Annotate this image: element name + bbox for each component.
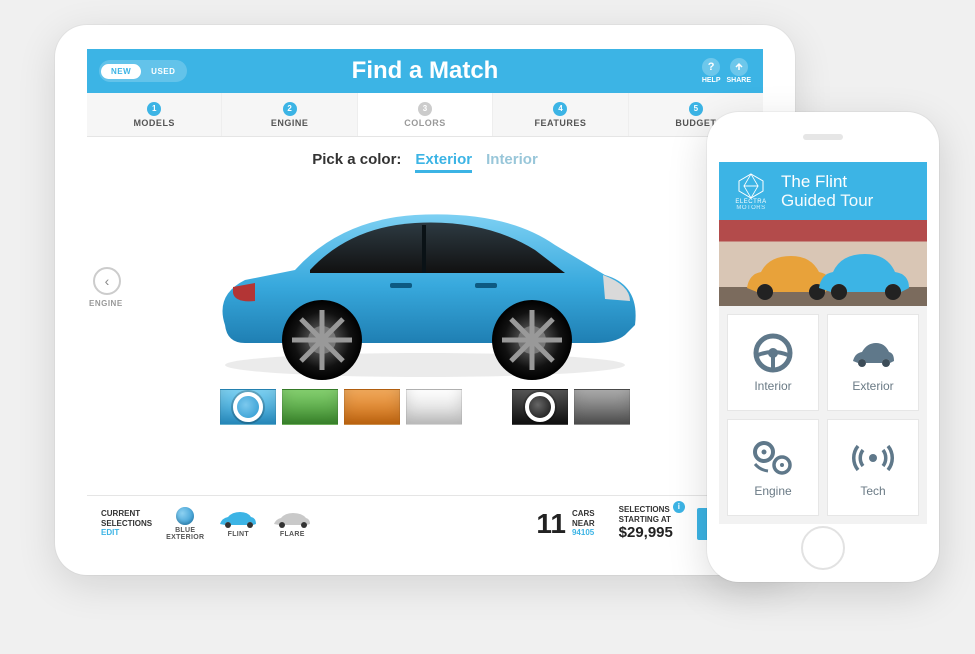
exterior-swatches — [220, 389, 462, 425]
swatch-silver[interactable] — [406, 389, 462, 425]
car-illustration — [185, 175, 665, 385]
app-header: NEW USED Find a Match ? HELP SHARE — [87, 49, 763, 93]
prev-step-label: ENGINE — [89, 299, 123, 308]
bottom-bar: CURRENT SELECTIONS EDIT BLUE EXTERIOR FL… — [87, 495, 763, 551]
logo-icon — [737, 173, 765, 199]
color-prompt-label: Pick a color: — [312, 151, 401, 168]
results-count: 11 CARS NEAR 94105 — [536, 508, 594, 540]
edit-selections[interactable]: EDIT — [101, 528, 152, 538]
car-preview — [185, 175, 665, 385]
wizard-steps: 1 MODELS 2 ENGINE 3 COLORS 4 FEATURES 5 … — [87, 93, 763, 137]
current-selections: CURRENT SELECTIONS EDIT — [101, 509, 152, 538]
chip-model-flare[interactable]: FLARE — [272, 509, 312, 538]
step-colors[interactable]: 3 COLORS — [358, 93, 493, 136]
swatch-blue[interactable] — [220, 389, 276, 425]
main-area: Pick a color: Exterior Interior ‹ ENGINE — [87, 137, 763, 495]
category-exterior[interactable]: Exterior — [827, 314, 919, 411]
wheel-swatches — [512, 389, 630, 425]
step-models[interactable]: 1 MODELS — [87, 93, 222, 136]
info-icon[interactable]: i — [673, 501, 685, 513]
phone-header: ELECTRA MOTORS The Flint Guided Tour — [719, 162, 927, 220]
price-block: i SELECTIONS STARTING AT $29,995 — [619, 505, 673, 542]
swatch-rows — [220, 389, 630, 425]
category-tech[interactable]: Tech — [827, 419, 919, 516]
help-button[interactable]: ? HELP — [702, 58, 721, 84]
car-icon — [272, 509, 312, 529]
color-dot-icon — [176, 507, 194, 525]
step-engine[interactable]: 2 ENGINE — [222, 93, 357, 136]
phone-device: ELECTRA MOTORS The Flint Guided Tour — [707, 112, 939, 582]
category-interior[interactable]: Interior — [727, 314, 819, 411]
chip-model-flint[interactable]: FLINT — [218, 509, 258, 538]
step-features[interactable]: 4 FEATURES — [493, 93, 628, 136]
swatch-orange[interactable] — [344, 389, 400, 425]
page-title: Find a Match — [87, 57, 763, 85]
car-icon — [850, 333, 896, 373]
phone-screen: ELECTRA MOTORS The Flint Guided Tour — [719, 162, 927, 524]
tablet-device: NEW USED Find a Match ? HELP SHARE — [55, 25, 795, 575]
phone-hero-image — [719, 220, 927, 306]
gears-icon — [750, 438, 796, 478]
swatch-wheel-gray[interactable] — [574, 389, 630, 425]
swatch-wheel-black[interactable] — [512, 389, 568, 425]
phone-category-grid: Interior Exterior Engine — [719, 306, 927, 524]
chevron-left-icon: ‹ — [105, 273, 110, 289]
signal-icon — [850, 438, 896, 478]
condition-new[interactable]: NEW — [101, 64, 141, 79]
zip-link[interactable]: 94105 — [572, 528, 594, 537]
condition-used[interactable]: USED — [141, 64, 185, 79]
condition-toggle: NEW USED — [99, 60, 187, 82]
help-icon: ? — [702, 58, 720, 76]
tablet-screen: NEW USED Find a Match ? HELP SHARE — [87, 49, 763, 551]
tab-exterior[interactable]: Exterior — [415, 151, 472, 173]
phone-title: The Flint Guided Tour — [781, 173, 873, 210]
category-engine[interactable]: Engine — [727, 419, 819, 516]
tab-interior[interactable]: Interior — [486, 151, 538, 170]
car-icon — [218, 509, 258, 529]
share-icon — [730, 58, 748, 76]
brand-logo: ELECTRA MOTORS — [731, 172, 771, 212]
share-button[interactable]: SHARE — [726, 58, 751, 84]
swatch-green[interactable] — [282, 389, 338, 425]
chip-color[interactable]: BLUE EXTERIOR — [166, 507, 204, 541]
steering-icon — [750, 333, 796, 373]
prev-step-button[interactable]: ‹ — [93, 267, 121, 295]
